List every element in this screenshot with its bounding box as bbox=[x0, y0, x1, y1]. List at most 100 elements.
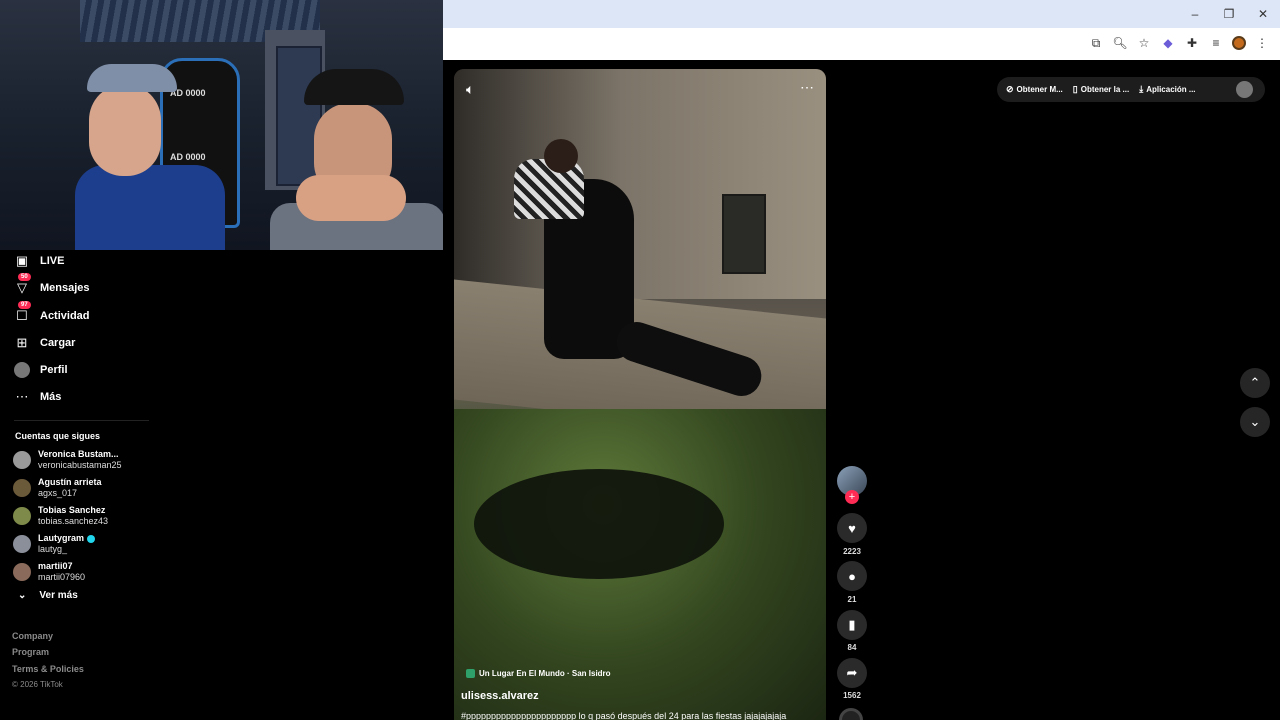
zoom-icon[interactable]: 🔍︎ bbox=[1112, 34, 1128, 52]
sidebar-item-more[interactable]: ⋯ Más bbox=[14, 386, 62, 408]
account-username: tobias.sanchez43 bbox=[38, 516, 109, 526]
restore-icon[interactable]: ❐ bbox=[1212, 0, 1246, 28]
browser-menu-icon[interactable]: ⋮ bbox=[1254, 34, 1270, 52]
previous-video-button[interactable]: ⌃ bbox=[1240, 368, 1270, 398]
more-options-icon[interactable]: ⋯ bbox=[800, 79, 814, 96]
avatar bbox=[13, 479, 31, 497]
streamer-right bbox=[270, 65, 443, 250]
live-icon: ▣ bbox=[15, 253, 29, 268]
see-more-label: Ver más bbox=[39, 590, 78, 601]
browser-toolbar: ⧉ 🔍︎ ☆ ◆ ✚ ≡ ⋮ bbox=[443, 28, 1280, 60]
get-app-button[interactable]: ▯ Obtener la ... bbox=[1073, 84, 1129, 95]
more-icon: ⋯ bbox=[15, 389, 29, 404]
activity-icon: ☐ 97 bbox=[14, 301, 31, 324]
followed-account[interactable]: Agustín arrieta agxs_017 bbox=[13, 477, 102, 499]
avatar bbox=[13, 535, 31, 553]
see-more-button[interactable]: ⌄ Ver más bbox=[18, 590, 78, 601]
sidebar-item-label: Mensajes bbox=[40, 282, 90, 294]
follow-plus-icon[interactable]: + bbox=[845, 490, 859, 504]
location-pin-icon bbox=[466, 669, 475, 678]
copyright: © 2026 TikTok bbox=[12, 680, 63, 689]
chevron-down-icon: ⌄ bbox=[1249, 414, 1261, 429]
account-name: martii07 bbox=[38, 561, 73, 571]
window-controls: – ❐ ✕ bbox=[1178, 0, 1280, 28]
followed-account[interactable]: Tobias Sanchez tobias.sanchez43 bbox=[13, 505, 108, 527]
comment-icon: ● bbox=[848, 568, 856, 584]
sidebar-item-label: Más bbox=[40, 391, 62, 403]
location-label: Un Lugar En El Mundo · San Isidro bbox=[479, 669, 611, 678]
comment-button[interactable]: ● bbox=[837, 561, 867, 591]
video-author[interactable]: ulisess.alvarez bbox=[461, 690, 539, 702]
video-player[interactable]: 🔈︎ ⋯ bbox=[454, 69, 826, 720]
sidebar-item-messages[interactable]: ▽ 50 Mensajes bbox=[14, 273, 90, 299]
sidebar-item-live[interactable]: ▣ LIVE bbox=[14, 250, 65, 272]
install-app-icon[interactable]: ⧉ bbox=[1088, 34, 1104, 52]
sidebar-item-label: Cargar bbox=[40, 337, 76, 349]
activity-badge: 97 bbox=[18, 301, 31, 309]
account-name: Agustín arrieta bbox=[38, 477, 102, 487]
download-icon: ⤓ bbox=[1139, 84, 1144, 94]
chevron-up-icon: ⌃ bbox=[1249, 375, 1261, 390]
next-video-button[interactable]: ⌄ bbox=[1240, 407, 1270, 437]
avatar bbox=[13, 563, 31, 581]
webcam-overlay: AD 0000 AD 0000 bbox=[0, 0, 443, 250]
avatar bbox=[13, 507, 31, 525]
account-name: Lautygram bbox=[38, 533, 96, 544]
sidebar-item-label: Actividad bbox=[40, 310, 90, 322]
video-figure bbox=[504, 139, 767, 439]
account-name: Veronica Bustam... bbox=[38, 449, 119, 459]
get-coins-button[interactable]: ⊘ Obtener M... bbox=[1006, 84, 1063, 95]
following-title: Cuentas que sigues bbox=[15, 431, 101, 441]
media-controls-icon[interactable]: ≡ bbox=[1208, 34, 1224, 52]
extensions-puzzle-icon[interactable]: ✚ bbox=[1184, 34, 1200, 52]
desktop-app-label: Aplicación ... bbox=[1146, 85, 1196, 94]
phone-icon: ▯ bbox=[1072, 84, 1078, 94]
streamer-left bbox=[75, 60, 235, 250]
save-button[interactable]: ▮ bbox=[837, 610, 867, 640]
toolbar-icons: ⧉ 🔍︎ ☆ ◆ ✚ ≡ ⋮ bbox=[1088, 34, 1270, 52]
sidebar-item-activity[interactable]: ☐ 97 Actividad bbox=[14, 301, 90, 327]
profile-avatar bbox=[14, 362, 30, 378]
bookmark-star-icon[interactable]: ☆ bbox=[1136, 34, 1152, 52]
followed-account[interactable]: martii07 martii07960 bbox=[13, 561, 85, 583]
close-icon[interactable]: ✕ bbox=[1246, 0, 1280, 28]
save-count: 84 bbox=[847, 643, 857, 652]
share-button[interactable]: ➦ bbox=[837, 658, 867, 688]
browser-profile-avatar[interactable] bbox=[1232, 36, 1246, 50]
coin-icon: ⊘ bbox=[1006, 84, 1014, 94]
account-username: agxs_017 bbox=[38, 488, 78, 498]
desktop-app-button[interactable]: ⤓ Aplicación ... bbox=[1139, 84, 1195, 95]
like-count: 2223 bbox=[843, 547, 861, 556]
get-coins-label: Obtener M... bbox=[1016, 85, 1063, 94]
footer-link-terms[interactable]: Terms & Policies bbox=[12, 664, 84, 674]
video-caption: #pppppppppppppppppppppp lo q pasó despué… bbox=[461, 711, 787, 720]
heart-icon: ♥ bbox=[848, 520, 856, 536]
minimize-icon[interactable]: – bbox=[1178, 0, 1212, 28]
footer-link-company[interactable]: Company bbox=[12, 631, 53, 641]
sidebar-item-profile[interactable]: Perfil bbox=[14, 359, 68, 381]
like-button[interactable]: ♥ bbox=[837, 513, 867, 543]
account-name: Tobias Sanchez bbox=[38, 505, 106, 515]
account-username: martii07960 bbox=[38, 572, 86, 582]
followed-account[interactable]: Veronica Bustam... veronicabustaman25 bbox=[13, 449, 122, 471]
upload-icon: ⊞ bbox=[16, 335, 28, 350]
get-app-label: Obtener la ... bbox=[1080, 85, 1130, 94]
messages-icon: ▽ 50 bbox=[14, 273, 31, 296]
music-disc-icon[interactable] bbox=[839, 708, 863, 720]
footer-link-program[interactable]: Program bbox=[12, 647, 49, 657]
bookmark-icon: ▮ bbox=[848, 617, 856, 632]
location-tag[interactable]: Un Lugar En El Mundo · San Isidro bbox=[466, 669, 611, 678]
sidebar-item-label: LIVE bbox=[40, 255, 65, 267]
followed-account[interactable]: Lautygram lautyg_ bbox=[13, 533, 96, 555]
account-username: veronicabustaman25 bbox=[38, 460, 122, 470]
account-name-text: Lautygram bbox=[38, 533, 85, 543]
share-icon: ➦ bbox=[846, 665, 858, 680]
sidebar-item-upload[interactable]: ⊞ Cargar bbox=[14, 332, 76, 354]
video-shadow bbox=[474, 469, 724, 579]
user-avatar[interactable] bbox=[1236, 81, 1253, 98]
share-count: 1562 bbox=[843, 691, 861, 700]
extension-icon[interactable]: ◆ bbox=[1160, 34, 1176, 52]
volume-icon[interactable]: 🔈︎ bbox=[466, 81, 474, 98]
top-actions-bar: ⊘ Obtener M... ▯ Obtener la ... ⤓ Aplica… bbox=[997, 77, 1265, 102]
chevron-down-icon: ⌄ bbox=[18, 590, 27, 601]
